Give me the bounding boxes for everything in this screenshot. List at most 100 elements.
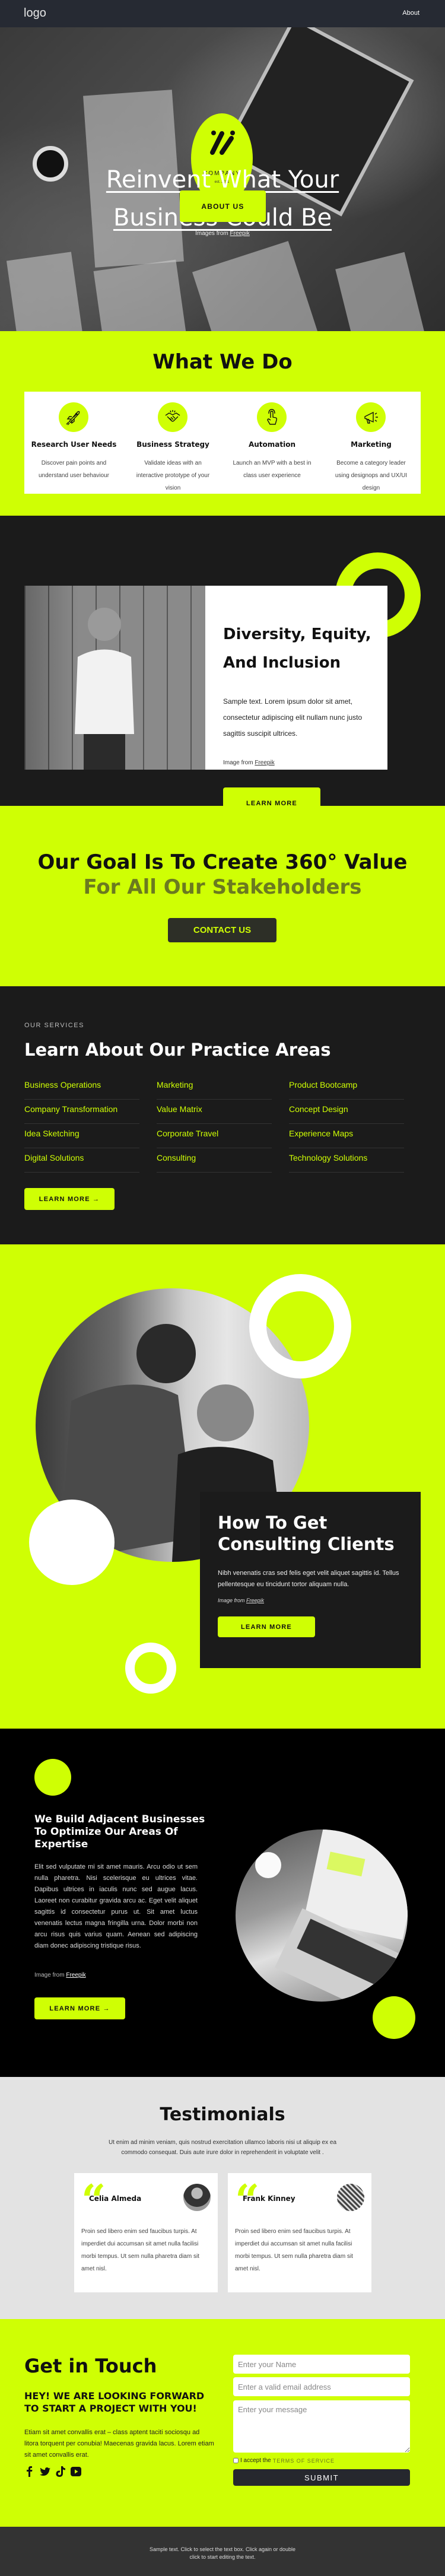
testimonials-section: Testimonials Ut enim ad minim veniam, qu… bbox=[0, 2077, 445, 2319]
practice-link[interactable]: Business Operations bbox=[24, 1075, 139, 1100]
image-credit: Image from Freepik bbox=[223, 760, 275, 766]
practice-link[interactable]: Product Bootcamp bbox=[289, 1075, 404, 1100]
freepik-link[interactable]: Freepik bbox=[255, 760, 274, 766]
practice-column: Business Operations Company Transformati… bbox=[24, 1075, 139, 1173]
service-item: Research User Needs Discover pain points… bbox=[24, 392, 123, 494]
section-subtitle: Ut enim ad minim veniam, quis nostrud ex… bbox=[108, 2139, 337, 2156]
facebook-icon[interactable] bbox=[24, 2466, 35, 2477]
credit-prefix: Image from bbox=[223, 760, 255, 766]
diversity-text: Sample text. Lorem ipsum dolor sit amet,… bbox=[223, 697, 363, 738]
testimonial-author: Celia Almeda bbox=[89, 2194, 142, 2203]
practice-link[interactable]: Marketing bbox=[157, 1075, 272, 1100]
learn-more-button[interactable]: LEARN MORE bbox=[223, 787, 320, 806]
site-logo[interactable]: logo bbox=[24, 7, 46, 20]
section-title: What We Do bbox=[152, 350, 293, 374]
service-title: Business Strategy bbox=[136, 440, 209, 449]
person-figure bbox=[75, 608, 134, 770]
adjacent-businesses-section: We Build Adjacent Businesses To Optimize… bbox=[0, 1729, 445, 2077]
submit-button[interactable]: SUBMIT bbox=[233, 2469, 410, 2486]
service-description: Become a category leader using designops… bbox=[335, 460, 408, 491]
touch-icon bbox=[257, 402, 287, 432]
freepik-link[interactable]: Freepik bbox=[246, 1597, 264, 1603]
testimonial-card: “ Celia Almeda Proin sed libero enim sed… bbox=[74, 2173, 218, 2292]
terms-checkbox[interactable] bbox=[233, 2458, 239, 2463]
practice-link[interactable]: Corporate Travel bbox=[157, 1124, 272, 1148]
contact-title: Get in Touch bbox=[24, 2355, 157, 2377]
consulting-text: Nibh venenatis cras sed felis eget velit… bbox=[218, 1570, 399, 1588]
terms-consent: I accept the TERMS OF SERVICE bbox=[233, 2457, 335, 2464]
nav-link-about[interactable]: About bbox=[402, 9, 419, 17]
service-title: Automation bbox=[248, 440, 296, 449]
testimonial-text: Proin sed libero enim sed faucibus turpi… bbox=[235, 2228, 353, 2272]
company-mark-icon bbox=[210, 131, 235, 155]
service-item: Business Strategy Validate ideas with an… bbox=[123, 392, 223, 494]
testimonial-text: Proin sed libero enim sed faucibus turpi… bbox=[81, 2228, 199, 2272]
site-footer: Sample text. Click to select the text bo… bbox=[0, 2527, 445, 2576]
hero-image-credit: Images from Freepik bbox=[0, 230, 445, 237]
practice-column: Marketing Value Matrix Corporate Travel … bbox=[157, 1075, 272, 1173]
practice-areas-section: OUR SERVICES Learn About Our Practice Ar… bbox=[0, 986, 445, 1244]
practice-link[interactable]: Experience Maps bbox=[289, 1124, 404, 1148]
email-input[interactable] bbox=[233, 2377, 410, 2396]
service-description: Discover pain points and understand user… bbox=[39, 460, 109, 479]
service-title: Research User Needs bbox=[31, 440, 117, 449]
consulting-section: How To Get Consulting Clients Nibh venen… bbox=[0, 1244, 445, 1729]
goal-heading: Our Goal Is To Create 360° Value bbox=[37, 850, 408, 874]
decorative-dot bbox=[373, 1996, 415, 2039]
avatar bbox=[183, 2184, 211, 2211]
terms-label: I accept the bbox=[240, 2457, 271, 2464]
consulting-card: How To Get Consulting Clients Nibh venen… bbox=[200, 1492, 421, 1668]
practice-link[interactable]: Company Transformation bbox=[24, 1100, 139, 1124]
learn-more-button[interactable]: LEARN MORE → bbox=[24, 1188, 115, 1210]
message-textarea[interactable] bbox=[233, 2400, 410, 2453]
practice-link[interactable]: Idea Sketching bbox=[24, 1124, 139, 1148]
service-item: Automation Launch an MVP with a best in … bbox=[223, 392, 322, 494]
avatar bbox=[337, 2184, 364, 2211]
hero-section: COMPANY est. 2021 Reinvent What Your Bus… bbox=[0, 27, 445, 331]
practice-link[interactable]: Technology Solutions bbox=[289, 1148, 404, 1173]
decorative-dot bbox=[34, 1759, 71, 1796]
goal-section: Our Goal Is To Create 360° Value For All… bbox=[0, 806, 445, 986]
section-eyebrow: OUR SERVICES bbox=[24, 1022, 84, 1029]
hero-bg-paper bbox=[192, 241, 336, 331]
credit-prefix: Image from bbox=[34, 1972, 66, 1978]
credit-prefix: Images from bbox=[195, 230, 230, 237]
goal-subheading: For All Our Stakeholders bbox=[83, 875, 362, 899]
diversity-title: Diversity, Equity, And Inclusion bbox=[223, 625, 371, 672]
hero-title-line1: Reinvent What Your bbox=[106, 166, 339, 193]
practice-link[interactable]: Digital Solutions bbox=[24, 1148, 139, 1173]
hero-bg-paper bbox=[93, 259, 198, 331]
rocket-icon bbox=[59, 402, 88, 432]
learn-more-button[interactable]: LEARN MORE bbox=[218, 1616, 315, 1637]
contact-text: Etiam sit amet convallis erat – class ap… bbox=[24, 2429, 214, 2459]
megaphone-icon bbox=[356, 402, 386, 432]
testimonial-author: Frank Kinney bbox=[243, 2194, 295, 2203]
twitter-icon[interactable] bbox=[40, 2466, 50, 2477]
diversity-section: Diversity, Equity, And Inclusion Sample … bbox=[0, 516, 445, 806]
terms-of-service-link[interactable]: TERMS OF SERVICE bbox=[273, 2458, 335, 2464]
social-links bbox=[24, 2466, 81, 2477]
hero-bg-tablet bbox=[6, 252, 89, 331]
tiktok-icon[interactable] bbox=[55, 2466, 66, 2477]
about-us-button[interactable]: ABOUT US bbox=[180, 190, 266, 222]
footer-text: Sample text. Click to select the text bo… bbox=[149, 2546, 296, 2560]
service-description: Launch an MVP with a best in class user … bbox=[233, 460, 312, 479]
name-input[interactable] bbox=[233, 2355, 410, 2374]
practice-link[interactable]: Consulting bbox=[157, 1148, 272, 1173]
testimonial-card: “ Frank Kinney Proin sed libero enim sed… bbox=[228, 2173, 371, 2292]
youtube-icon[interactable] bbox=[71, 2466, 81, 2477]
what-we-do-section: What We Do Research User Needs Discover … bbox=[0, 331, 445, 516]
contact-us-button[interactable]: CONTACT US bbox=[168, 918, 276, 942]
service-item: Marketing Become a category leader using… bbox=[322, 392, 421, 494]
freepik-link[interactable]: Freepik bbox=[230, 230, 250, 237]
laptop-illustration bbox=[255, 1829, 408, 2002]
handshake-icon bbox=[158, 402, 187, 432]
freepik-link[interactable]: Freepik bbox=[66, 1972, 85, 1978]
practice-link[interactable]: Concept Design bbox=[289, 1100, 404, 1124]
adjacent-title: We Build Adjacent Businesses To Optimize… bbox=[34, 1813, 205, 1850]
diversity-card: Diversity, Equity, And Inclusion Sample … bbox=[205, 586, 387, 806]
practice-link[interactable]: Value Matrix bbox=[157, 1100, 272, 1124]
credit-prefix: Image from bbox=[218, 1597, 247, 1603]
learn-more-button[interactable]: LEARN MORE → bbox=[34, 1997, 125, 2019]
image-credit: Image from Freepik bbox=[34, 1972, 86, 1978]
